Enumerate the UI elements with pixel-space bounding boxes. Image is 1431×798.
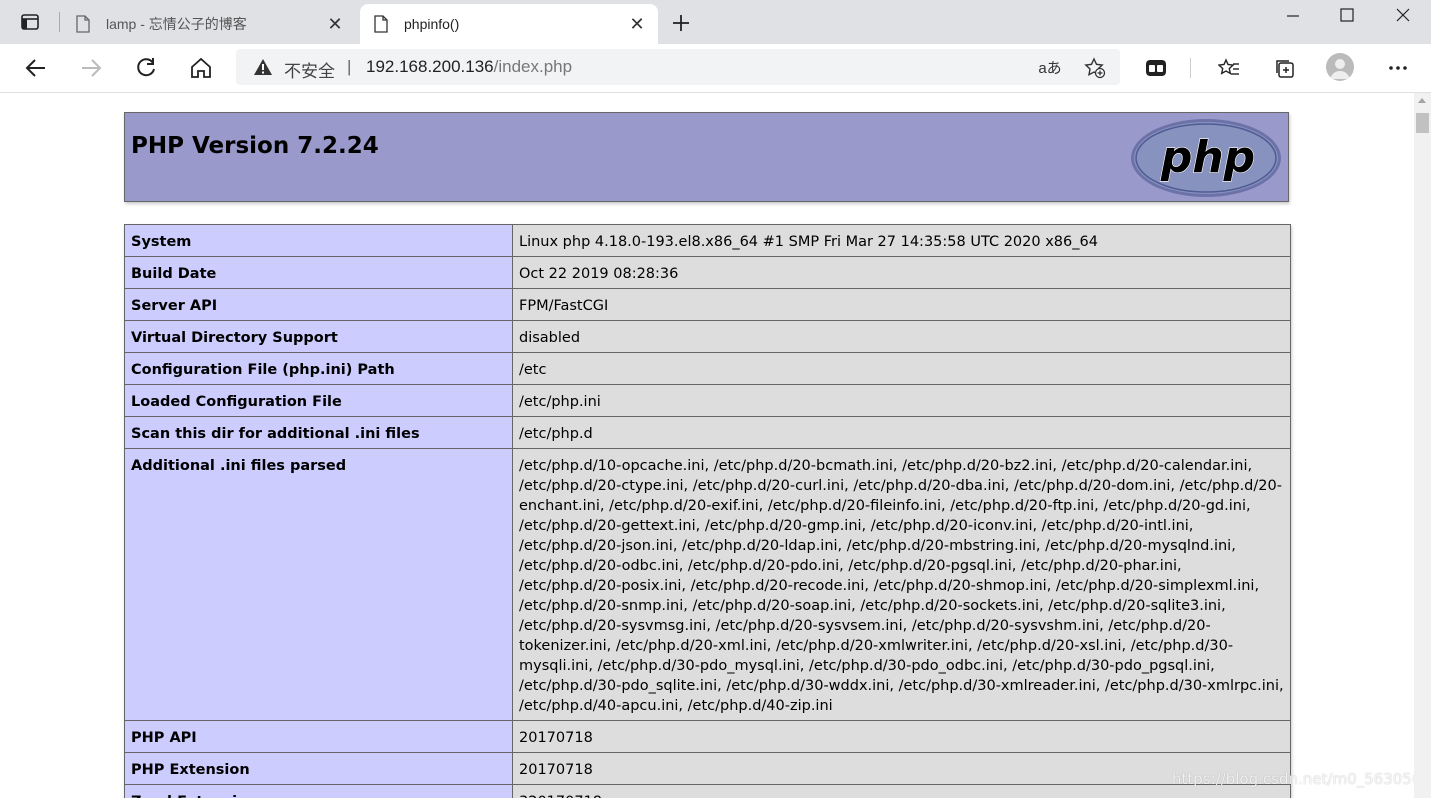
window-close-icon[interactable] — [1380, 0, 1426, 30]
table-row: Additional .ini files parsed/etc/php.d/1… — [124, 448, 1291, 721]
row-key: Additional .ini files parsed — [124, 448, 513, 721]
address-bar[interactable]: 不安全 | 192.168.200.136/index.php aあ — [236, 49, 1120, 85]
tab-lamp-blog[interactable]: lamp - 忘情公子的博客 ✕ — [62, 4, 356, 44]
back-icon[interactable] — [18, 50, 54, 86]
address-separator: | — [347, 57, 352, 76]
extension-icon[interactable] — [1138, 50, 1174, 86]
more-icon[interactable] — [1380, 50, 1416, 86]
table-row: Virtual Directory Support disabled — [124, 320, 1291, 353]
watermark: https://blog.csdn.net/m0_56305666 — [1172, 770, 1414, 788]
page-viewport: PHP Version 7.2.24 php System Linux php 4… — [0, 93, 1414, 798]
row-key: PHP API — [124, 720, 513, 753]
table-row: PHP API 20170718 — [124, 720, 1291, 753]
row-key: System — [124, 224, 513, 257]
table-row: Zend Extension320170718 — [124, 784, 1291, 798]
forward-icon[interactable] — [73, 50, 109, 86]
collections-icon[interactable] — [1266, 50, 1302, 86]
php-info-table: System Linux php 4.18.0-193.el8.x86_64 #1… — [124, 224, 1291, 798]
page-icon — [76, 15, 92, 33]
refresh-icon[interactable] — [128, 50, 164, 86]
table-row: PHP Extension 20170718 — [124, 752, 1291, 785]
row-key: Server API — [124, 288, 513, 321]
page-title: PHP Version 7.2.24 — [131, 133, 379, 159]
row-value: /etc/php.d/10-opcache.ini, /etc/php.d/20… — [512, 448, 1291, 721]
php-logo[interactable]: php — [1130, 118, 1282, 198]
scrollbar-thumb[interactable] — [1416, 113, 1429, 133]
favorites-icon[interactable] — [1211, 50, 1247, 86]
scroll-up-icon[interactable] — [1418, 98, 1426, 103]
row-key: Configuration File (php.ini) Path — [124, 352, 513, 385]
table-row: Server API FPM/FastCGI — [124, 288, 1291, 321]
vertical-scrollbar[interactable] — [1414, 93, 1431, 798]
row-key: Loaded Configuration File — [124, 384, 513, 417]
tab-title: phpinfo() — [404, 16, 460, 32]
url-text[interactable]: 192.168.200.136/index.php — [366, 57, 572, 77]
page-icon — [374, 15, 390, 33]
row-value: /etc/php.ini — [512, 384, 1291, 417]
table-row: Scan this dir for additional .ini files /… — [124, 416, 1291, 449]
row-value: Oct 22 2019 08:28:36 — [512, 256, 1291, 289]
warning-icon[interactable] — [253, 58, 273, 76]
avatar[interactable] — [1326, 53, 1354, 81]
row-key: Build Date — [124, 256, 513, 289]
tab-phpinfo[interactable]: phpinfo() ✕ — [360, 4, 658, 44]
row-value: /etc/php.d — [512, 416, 1291, 449]
close-icon[interactable]: ✕ — [326, 14, 344, 34]
row-key: Virtual Directory Support — [124, 320, 513, 353]
close-icon[interactable]: ✕ — [628, 14, 646, 34]
row-key: PHP Extension — [124, 752, 513, 785]
tab-bar: lamp - 忘情公子的博客 ✕ phpinfo() ✕ — [0, 0, 1431, 44]
read-aloud-icon[interactable]: aあ — [1036, 55, 1064, 79]
row-value: FPM/FastCGI — [512, 288, 1291, 321]
table-row: System Linux php 4.18.0-193.el8.x86_64 #1… — [124, 224, 1291, 257]
toolbar-separator — [1190, 58, 1191, 78]
row-key: Scan this dir for additional .ini files — [124, 416, 513, 449]
php-version-header: PHP Version 7.2.24 php — [124, 112, 1289, 202]
tab-separator — [59, 12, 60, 32]
row-value: Linux php 4.18.0-193.el8.x86_64 #1 SMP F… — [512, 224, 1291, 257]
minimize-icon[interactable] — [1270, 0, 1316, 30]
row-value: disabled — [512, 320, 1291, 353]
add-favorite-icon[interactable] — [1082, 55, 1108, 81]
table-row: Build Date Oct 22 2019 08:28:36 — [124, 256, 1291, 289]
home-icon[interactable] — [183, 50, 219, 86]
new-tab-icon[interactable] — [668, 10, 694, 36]
table-row: Loaded Configuration File/etc/php.ini — [124, 384, 1291, 417]
url-host: 192.168.200.136 — [366, 57, 494, 76]
tab-title: lamp - 忘情公子的博客 — [106, 16, 247, 32]
toolbar: 不安全 | 192.168.200.136/index.php aあ — [0, 44, 1431, 93]
security-label[interactable]: 不安全 — [284, 57, 335, 82]
tab-actions-icon[interactable] — [14, 10, 46, 34]
row-value: /etc — [512, 352, 1291, 385]
row-key: Zend Extension — [124, 784, 513, 798]
table-row: Configuration File (php.ini) Path/etc — [124, 352, 1291, 385]
php-logo-text: php — [1160, 132, 1255, 183]
url-path: /index.php — [493, 57, 573, 76]
maximize-icon[interactable] — [1324, 0, 1370, 30]
row-value: 20170718 — [512, 720, 1291, 753]
